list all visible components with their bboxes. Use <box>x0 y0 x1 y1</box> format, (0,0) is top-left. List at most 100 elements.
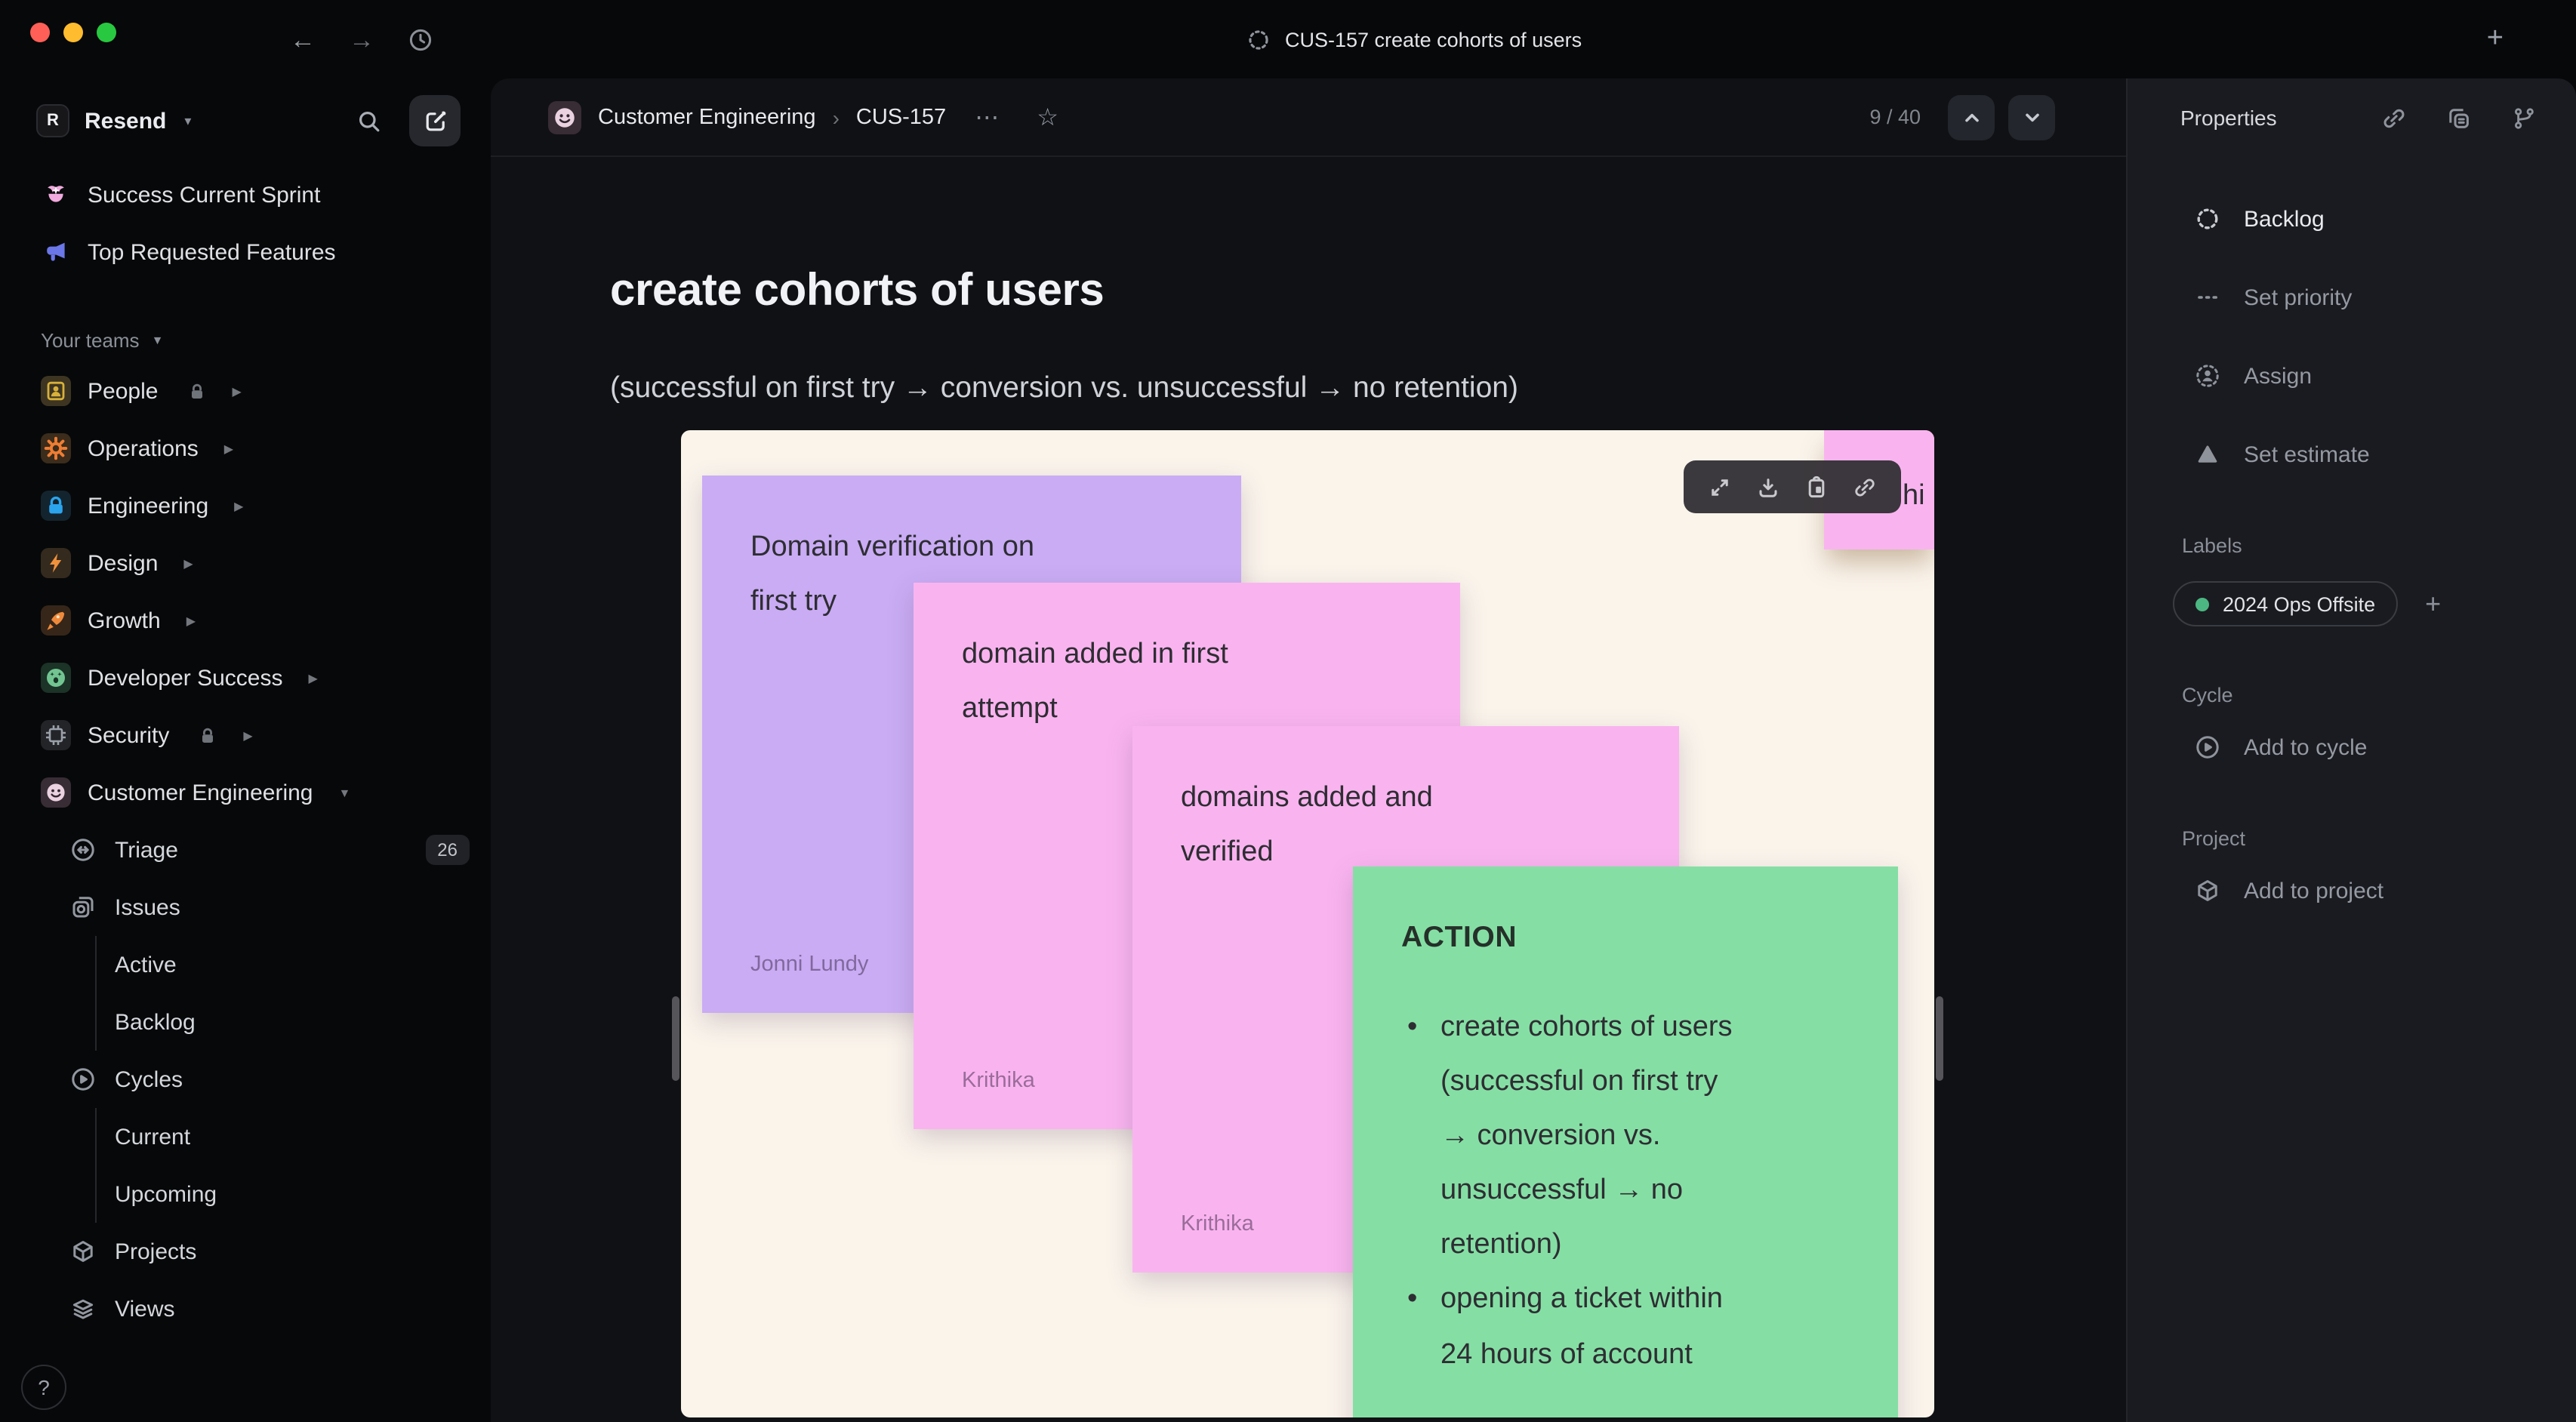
estimate-selector[interactable]: Set estimate <box>2170 432 2546 477</box>
copy-issue-link-button[interactable] <box>2381 105 2407 131</box>
triage-icon <box>69 836 97 863</box>
image-resize-handle-right[interactable] <box>1936 996 1943 1081</box>
link-icon <box>1855 478 1875 496</box>
search-icon[interactable] <box>356 108 382 134</box>
more-options-icon[interactable]: ⋯ <box>975 102 1002 132</box>
issue-description[interactable]: (successful on first try → conversion vs… <box>610 371 2126 406</box>
forward-button[interactable]: → <box>349 26 374 52</box>
chevron-right-icon[interactable]: ▶ <box>243 728 252 742</box>
sidebar-item-projects[interactable]: Projects <box>0 1223 491 1280</box>
sidebar-item-success-current-sprint[interactable]: Success Current Sprint <box>0 166 491 223</box>
backlog-status-icon <box>2194 207 2221 231</box>
flower-icon <box>41 180 71 210</box>
sidebar-item-backlog[interactable]: Backlog <box>0 993 491 1051</box>
chevron-right-icon[interactable]: ▶ <box>232 384 241 398</box>
breadcrumb: Customer Engineering › CUS-157 ⋯ ☆ <box>548 100 1058 134</box>
embedded-image-wrap: Domain verification on first try Jonni L… <box>672 430 1943 1417</box>
chevron-right-icon[interactable]: ▶ <box>234 499 243 512</box>
download-image-button[interactable] <box>1756 475 1780 499</box>
expand-image-button[interactable] <box>1708 475 1732 499</box>
sidebar-item-views[interactable]: Views <box>0 1280 491 1337</box>
status-selector[interactable]: Backlog <box>2170 196 2546 242</box>
minimize-window-button[interactable] <box>63 23 83 42</box>
security-team-icon <box>41 720 71 750</box>
sidebar-team-security[interactable]: Security ▶ <box>0 706 491 764</box>
assignee-icon <box>2194 362 2221 389</box>
workspace-chevron-down-icon[interactable]: ▾ <box>184 112 191 129</box>
workspace-name[interactable]: Resend <box>85 108 166 134</box>
breadcrumb-issue-id[interactable]: CUS-157 <box>856 105 946 129</box>
customer-engineering-team-icon <box>548 100 581 134</box>
add-label-button[interactable]: + <box>2425 588 2441 620</box>
note-author: Jonni Lundy <box>750 953 869 977</box>
favorite-star-icon[interactable]: ☆ <box>1037 102 1058 132</box>
window-title: CUS-157 create cohorts of users <box>1247 0 1582 78</box>
copy-branch-name-button[interactable] <box>2511 105 2537 131</box>
history-icon[interactable] <box>408 26 433 52</box>
breadcrumb-separator: › <box>832 105 840 129</box>
people-team-icon <box>41 376 71 406</box>
sidebar-team-operations[interactable]: Operations ▶ <box>0 420 491 477</box>
help-button[interactable]: ? <box>21 1365 66 1410</box>
copy-icon <box>2449 108 2469 128</box>
image-resize-handle-left[interactable] <box>672 996 679 1081</box>
cycle-header: Cycle <box>2182 684 2233 706</box>
lock-icon <box>198 725 217 745</box>
breadcrumb-team[interactable]: Customer Engineering <box>598 105 816 129</box>
sidebar-team-customer-engineering[interactable]: Customer Engineering ▼ <box>0 764 491 821</box>
chevron-down-icon[interactable]: ▼ <box>339 786 351 799</box>
add-to-cycle-button[interactable]: Add to cycle <box>2170 725 2546 770</box>
sidebar-team-growth[interactable]: Growth ▶ <box>0 592 491 649</box>
sidebar-team-people[interactable]: People ▶ <box>0 362 491 420</box>
chevron-right-icon[interactable]: ▶ <box>224 442 233 455</box>
estimate-icon <box>2194 442 2221 466</box>
titlebar: ← → CUS-157 create cohorts of users + <box>0 0 2576 78</box>
sticky-note-green-action: ACTION create cohorts of users (successf… <box>1353 866 1898 1417</box>
back-button[interactable]: ← <box>290 26 316 52</box>
label-color-dot <box>2195 597 2209 611</box>
design-team-icon <box>41 548 71 578</box>
cycle-icon <box>2194 734 2221 761</box>
copy-image-button[interactable] <box>1804 475 1829 499</box>
sidebar-item-top-requested-features[interactable]: Top Requested Features <box>0 223 491 281</box>
developer-success-team-icon <box>41 663 71 693</box>
priority-selector[interactable]: Set priority <box>2170 275 2546 320</box>
next-issue-button[interactable] <box>2008 94 2055 140</box>
note-author: Krithika <box>1181 1212 1254 1236</box>
sidebar-item-upcoming[interactable]: Upcoming <box>0 1165 491 1223</box>
sidebar-team-developer-success[interactable]: Developer Success ▶ <box>0 649 491 706</box>
chevron-right-icon[interactable]: ▶ <box>183 556 193 570</box>
sidebar-item-active[interactable]: Active <box>0 936 491 993</box>
chevron-up-icon <box>1964 112 1978 122</box>
issue-panel: Customer Engineering › CUS-157 ⋯ ☆ 9 / 4… <box>491 78 2126 1422</box>
issue-title[interactable]: create cohorts of users <box>610 266 2126 317</box>
issue-pager: 9 / 40 <box>1869 94 2055 140</box>
lock-icon <box>186 381 206 401</box>
git-branch-icon <box>2515 107 2534 128</box>
previous-issue-button[interactable] <box>1948 94 1995 140</box>
views-icon <box>69 1295 97 1322</box>
chevron-down-icon: ▼ <box>151 333 164 346</box>
chevron-right-icon[interactable]: ▶ <box>186 614 196 627</box>
sidebar-item-triage[interactable]: Triage 26 <box>0 821 491 879</box>
add-to-project-button[interactable]: Add to project <box>2170 868 2546 913</box>
copy-link-button[interactable] <box>1853 475 1877 499</box>
chevron-right-icon[interactable]: ▶ <box>308 671 317 685</box>
sidebar-item-cycles[interactable]: Cycles <box>0 1051 491 1108</box>
workspace-logo[interactable]: R <box>36 104 69 137</box>
new-issue-button[interactable] <box>409 95 461 146</box>
your-teams-header[interactable]: Your teams ▼ <box>0 317 491 362</box>
assignee-selector[interactable]: Assign <box>2170 353 2546 399</box>
zoom-window-button[interactable] <box>97 23 116 42</box>
embedded-image[interactable]: Domain verification on first try Jonni L… <box>681 430 1934 1417</box>
sidebar-team-engineering[interactable]: Engineering ▶ <box>0 477 491 534</box>
sidebar-team-design[interactable]: Design ▶ <box>0 534 491 592</box>
label-pill[interactable]: 2024 Ops Offsite <box>2173 581 2399 626</box>
issue-header: Customer Engineering › CUS-157 ⋯ ☆ 9 / 4… <box>491 78 2126 157</box>
copy-issue-id-button[interactable] <box>2446 105 2472 131</box>
sidebar-item-issues[interactable]: Issues <box>0 879 491 936</box>
close-window-button[interactable] <box>30 23 50 42</box>
sidebar-item-current[interactable]: Current <box>0 1108 491 1165</box>
expand-icon <box>1712 479 1728 495</box>
new-tab-button[interactable]: + <box>2487 0 2504 78</box>
